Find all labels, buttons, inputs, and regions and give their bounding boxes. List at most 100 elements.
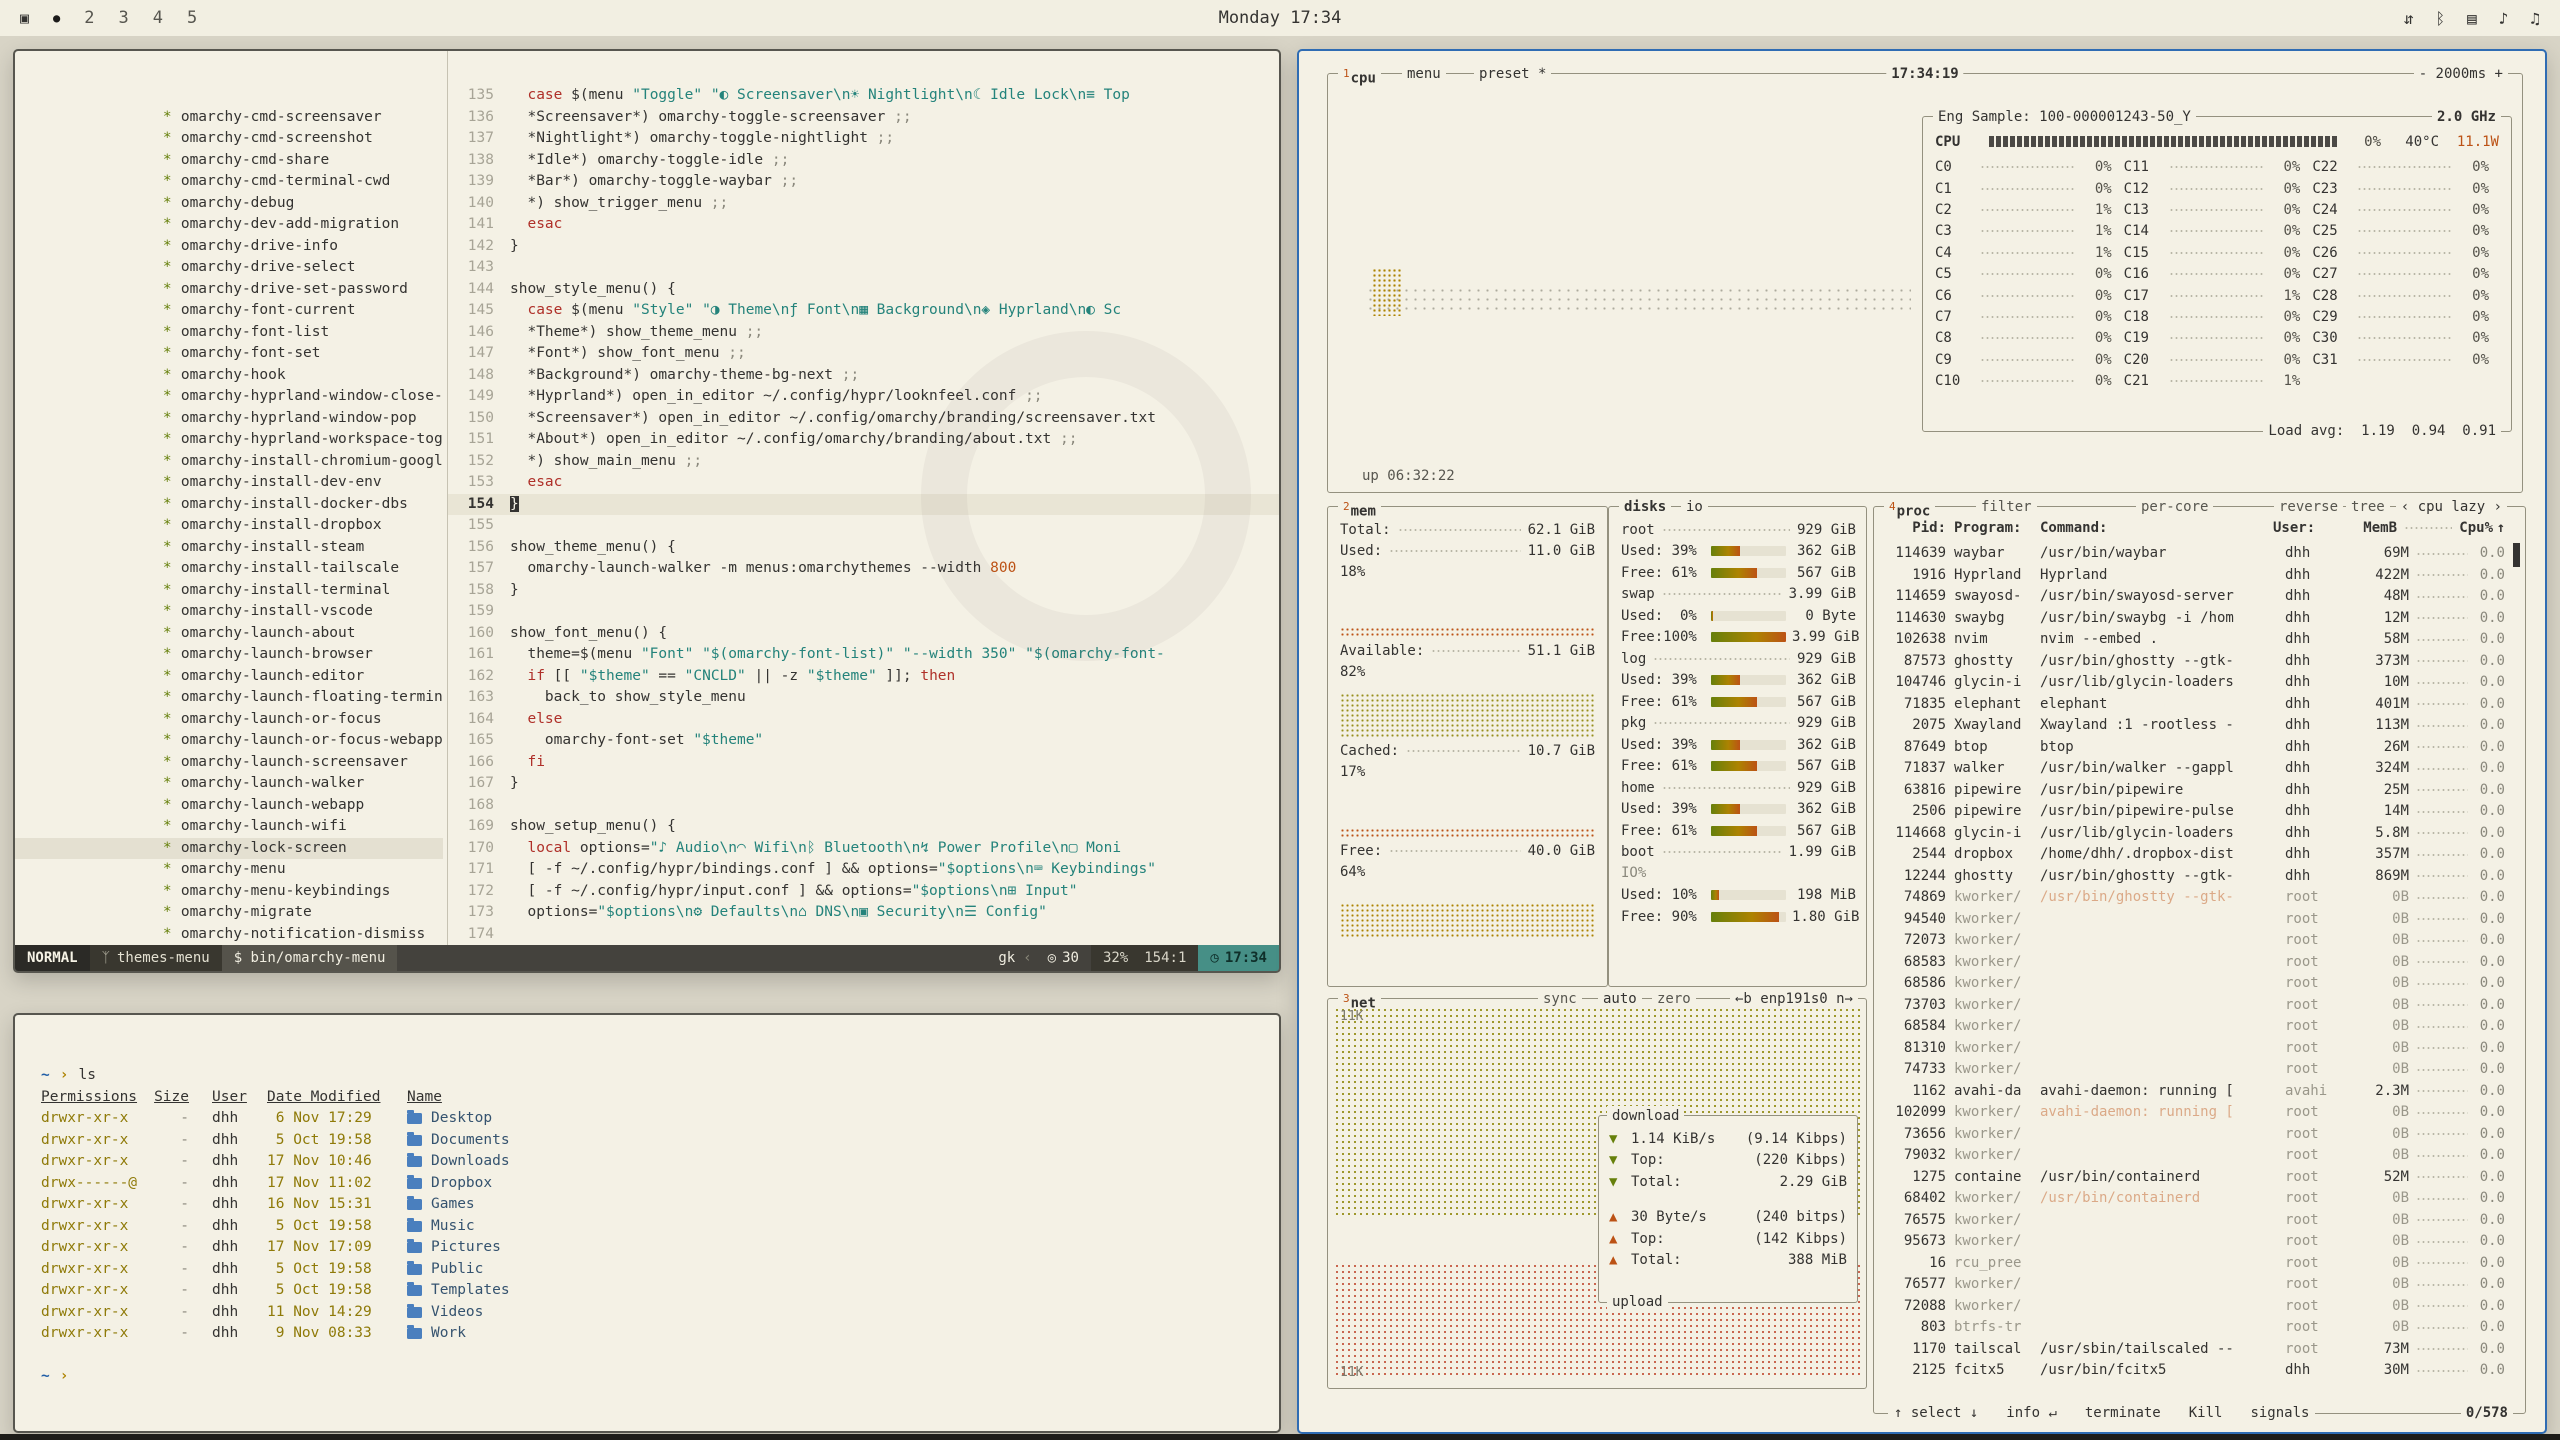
btop-window[interactable]: 1cpu menu preset * 17:34:19 - 2000ms + u…: [1297, 49, 2547, 1434]
core-graph: [1980, 250, 2075, 256]
process-row[interactable]: 76577 kworker/ root 0B 0.0: [1878, 1274, 2509, 1296]
process-row[interactable]: 73703 kworker/ root 0B 0.0: [1878, 995, 2509, 1017]
disk-name-row: home929 GiB: [1621, 777, 1856, 799]
workspace-button[interactable]: ●: [53, 11, 60, 25]
process-row[interactable]: 114668 glycin-i /usr/lib/glycin-loaders …: [1878, 823, 2509, 845]
keyboard-icon[interactable]: ▤: [2467, 9, 2477, 28]
workspace-button[interactable]: 4: [153, 8, 163, 28]
process-row[interactable]: 2506 pipewire /usr/bin/pipewire-pulse dh…: [1878, 801, 2509, 823]
tree-tab[interactable]: tree: [2346, 497, 2390, 517]
process-row[interactable]: 72073 kworker/ root 0B 0.0: [1878, 930, 2509, 952]
process-row[interactable]: 74733 kworker/ root 0B 0.0: [1878, 1059, 2509, 1081]
update-interval-control[interactable]: - 2000ms +: [2414, 64, 2508, 84]
file-list-pane[interactable]: *omarchy-cmd-screensaver *omarchy-cmd-sc…: [15, 51, 443, 945]
per-core-tab[interactable]: per-core: [2136, 497, 2213, 517]
cpu-box-title[interactable]: 1cpu: [1338, 64, 1381, 89]
line-number: 147: [448, 343, 510, 365]
process-row[interactable]: 79032 kworker/ root 0B 0.0: [1878, 1145, 2509, 1167]
process-cpu-graph: [2416, 1282, 2468, 1288]
disk-stat-row: Free: 61% 567 GiB: [1621, 562, 1856, 584]
mic-icon[interactable]: ♫: [2530, 9, 2540, 28]
workspace-button[interactable]: 2: [84, 8, 94, 28]
process-row[interactable]: 2125 fcitx5 /usr/bin/fcitx5 dhh 30M 0.0: [1878, 1360, 2509, 1382]
code-line: 172 [ -f ~/.config/hypr/input.conf ] && …: [448, 881, 1279, 903]
line-number: 170: [448, 838, 510, 860]
process-row[interactable]: 2075 Xwayland Xwayland :1 -rootless - dh…: [1878, 715, 2509, 737]
code-line: 160 show_font_menu() {: [448, 623, 1279, 645]
bluetooth-icon[interactable]: ᛒ: [2435, 9, 2445, 28]
workspace-button[interactable]: 3: [119, 8, 129, 28]
process-row[interactable]: 68402 kworker/ /usr/bin/containerd root …: [1878, 1188, 2509, 1210]
process-row[interactable]: 87649 btop btop dhh 26M 0.0: [1878, 737, 2509, 759]
menu-button[interactable]: menu: [1402, 64, 1446, 84]
footer-action[interactable]: signals: [2250, 1403, 2309, 1423]
process-row[interactable]: 2544 dropbox /home/dhh/.dropbox-dist dhh…: [1878, 844, 2509, 866]
process-row[interactable]: 71835 elephant elephant dhh 401M 0.0: [1878, 694, 2509, 716]
footer-action[interactable]: terminate: [2085, 1403, 2161, 1423]
sort-selector[interactable]: ‹ cpu lazy ›: [2396, 497, 2507, 517]
scrollbar-thumb[interactable]: [2513, 543, 2520, 567]
upload-label: upload: [1607, 1292, 1668, 1312]
process-row[interactable]: 68583 kworker/ root 0B 0.0: [1878, 952, 2509, 974]
reverse-tab[interactable]: reverse: [2274, 497, 2343, 517]
process-row[interactable]: 114639 waybar /usr/bin/waybar dhh 69M 0.…: [1878, 543, 2509, 565]
process-row[interactable]: 1170 tailscal /usr/sbin/tailscaled -- ro…: [1878, 1339, 2509, 1361]
process-row[interactable]: 114659 swayosd- /usr/bin/swayosd-server …: [1878, 586, 2509, 608]
process-row[interactable]: 72088 kworker/ root 0B 0.0: [1878, 1296, 2509, 1318]
process-cpu-graph: [2416, 1368, 2468, 1374]
process-row[interactable]: 1275 containe /usr/bin/containerd root 5…: [1878, 1167, 2509, 1189]
line-number: 157: [448, 558, 510, 580]
terminal-window[interactable]: ~ › ls Permissions Size User Date Modifi…: [13, 1013, 1281, 1433]
process-row[interactable]: 803 btrfs-tr root 0B 0.0: [1878, 1317, 2509, 1339]
executable-marker: *: [163, 279, 181, 301]
process-row[interactable]: 81310 kworker/ root 0B 0.0: [1878, 1038, 2509, 1060]
executable-marker: *: [163, 773, 181, 795]
process-row[interactable]: 68584 kworker/ root 0B 0.0: [1878, 1016, 2509, 1038]
process-row[interactable]: 1162 avahi-da avahi-daemon: running [ av…: [1878, 1081, 2509, 1103]
process-row[interactable]: 74869 kworker/ /usr/bin/ghostty --gtk- r…: [1878, 887, 2509, 909]
process-row[interactable]: 76575 kworker/ root 0B 0.0: [1878, 1210, 2509, 1232]
io-tab[interactable]: io: [1681, 497, 1708, 517]
line-number: 173: [448, 902, 510, 924]
code-pane[interactable]: 135 case $(menu "Toggle" "◐ Screensaver\…: [448, 51, 1279, 945]
process-row[interactable]: 114630 swaybg /usr/bin/swaybg -i /hom dh…: [1878, 608, 2509, 630]
process-row[interactable]: 71837 walker /usr/bin/walker --gappl dhh…: [1878, 758, 2509, 780]
footer-action[interactable]: Kill: [2189, 1403, 2223, 1423]
filter-tab[interactable]: filter: [1976, 497, 2037, 517]
process-row[interactable]: 1916 Hyprland Hyprland dhh 422M 0.0: [1878, 565, 2509, 587]
core-graph: [2357, 335, 2452, 341]
volume-icon[interactable]: ♪: [2499, 9, 2509, 28]
network-icon[interactable]: ⇵: [2404, 9, 2414, 28]
process-row[interactable]: 102099 kworker/ avahi-daemon: running [ …: [1878, 1102, 2509, 1124]
file-item[interactable]: *omarchy-cmd-screensaver: [15, 85, 443, 107]
process-row[interactable]: 95673 kworker/ root 0B 0.0: [1878, 1231, 2509, 1253]
process-row[interactable]: 16 rcu_pree root 0B 0.0: [1878, 1253, 2509, 1275]
line-number: 169: [448, 816, 510, 838]
workspace-button[interactable]: 5: [187, 8, 197, 28]
footer-action[interactable]: info ↵: [2006, 1403, 2057, 1423]
up-arrow-icon: ▲: [1609, 1209, 1631, 1225]
footer-action[interactable]: ↑ select ↓: [1894, 1403, 1978, 1423]
process-row[interactable]: 12244 ghostty /usr/bin/ghostty --gtk- dh…: [1878, 866, 2509, 888]
mem-box-title[interactable]: 2mem: [1338, 497, 1381, 522]
scroll-up-icon[interactable]: ↑: [2493, 517, 2505, 539]
graph-scale-top: 11K: [1340, 1009, 1363, 1024]
process-row[interactable]: 102638 nvim nvim --embed . dhh 58M 0.0: [1878, 629, 2509, 651]
process-row[interactable]: 87573 ghostty /usr/bin/ghostty --gtk- dh…: [1878, 651, 2509, 673]
process-row[interactable]: 73656 kworker/ root 0B 0.0: [1878, 1124, 2509, 1146]
neovim-window[interactable]: *omarchy-cmd-screensaver *omarchy-cmd-sc…: [13, 49, 1281, 973]
download-stat-row: ▼1.14 KiB/s(9.14 Kibps): [1609, 1128, 1847, 1150]
process-cpu-graph: [2416, 1325, 2468, 1331]
process-row[interactable]: 104746 glycin-i /usr/lib/glycin-loaders …: [1878, 672, 2509, 694]
buffer-name: $ bin/omarchy-menu: [222, 945, 398, 971]
process-row[interactable]: 94540 kworker/ root 0B 0.0: [1878, 909, 2509, 931]
disk-name-row: root929 GiB: [1621, 519, 1856, 541]
omarchy-logo-icon[interactable]: ▣: [20, 9, 29, 27]
process-list[interactable]: 114639 waybar /usr/bin/waybar dhh 69M 0.…: [1878, 543, 2509, 1389]
line-number: 143: [448, 257, 510, 279]
process-scrollbar[interactable]: [2513, 543, 2520, 1389]
download-stat-row: ▼Top:(220 Kibps): [1609, 1150, 1847, 1172]
preset-button[interactable]: preset *: [1474, 64, 1551, 84]
process-row[interactable]: 63816 pipewire /usr/bin/pipewire dhh 25M…: [1878, 780, 2509, 802]
process-row[interactable]: 68586 kworker/ root 0B 0.0: [1878, 973, 2509, 995]
